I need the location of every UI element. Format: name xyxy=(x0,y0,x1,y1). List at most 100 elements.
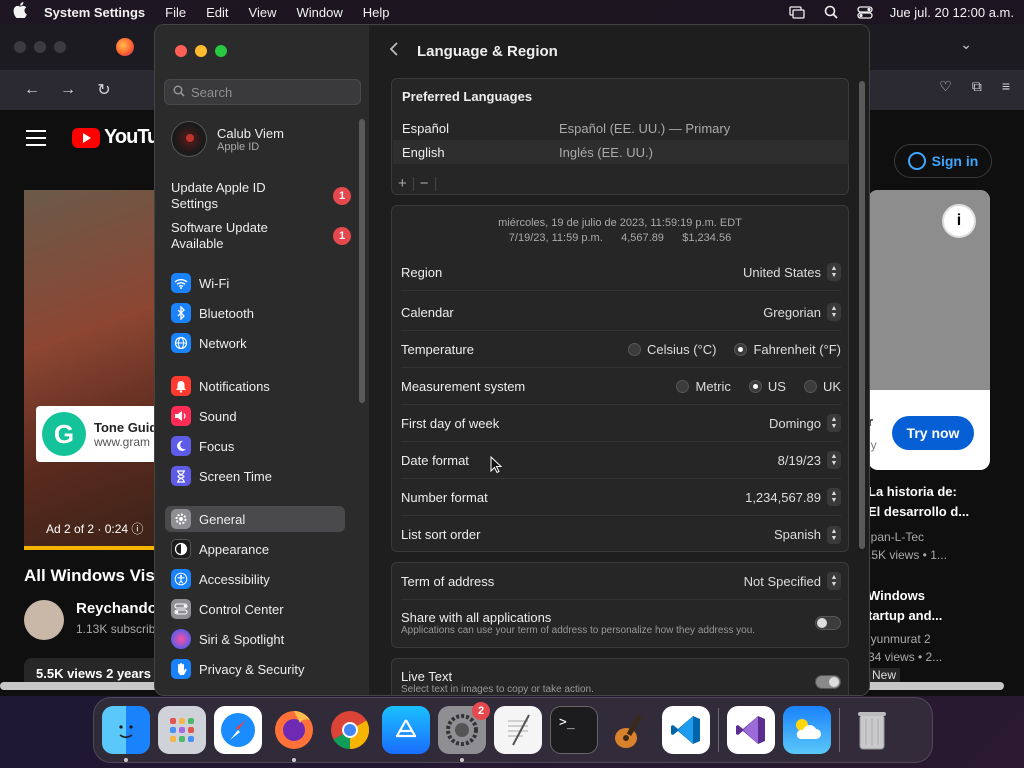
screen-mirroring-icon[interactable] xyxy=(788,5,806,19)
sidebar-item-general[interactable]: General xyxy=(165,506,345,532)
garageband-icon[interactable] xyxy=(606,706,654,754)
us-radio[interactable] xyxy=(748,379,762,393)
share-apps-toggle[interactable] xyxy=(815,616,841,630)
sidebar-item-wifi[interactable]: Wi-Fi xyxy=(165,270,345,296)
channel-name[interactable]: Reychando xyxy=(76,600,157,617)
system-settings-icon[interactable]: 2 xyxy=(438,702,490,762)
language-row-english[interactable]: English Inglés (EE. UU.) xyxy=(393,140,849,164)
safari-icon[interactable] xyxy=(214,706,262,754)
number-format-select[interactable]: 1,234,567.89 ▲ ▼ xyxy=(745,488,841,506)
launchpad-icon[interactable] xyxy=(158,706,206,754)
calendar-select[interactable]: Gregorian ▲ ▼ xyxy=(763,303,841,321)
content-scrollbar[interactable] xyxy=(859,81,865,549)
language-detail: Inglés (EE. UU.) xyxy=(559,144,653,160)
search-input[interactable] xyxy=(191,84,351,100)
control-center-icon[interactable] xyxy=(856,5,874,19)
spotlight-search-icon[interactable] xyxy=(822,5,840,19)
terminal-icon[interactable]: >_ xyxy=(550,706,598,754)
sidebar-item-network[interactable]: Network xyxy=(165,330,345,356)
close-button[interactable] xyxy=(175,45,187,57)
menu-window[interactable]: Window xyxy=(296,5,342,20)
sidebar-item-focus[interactable]: Focus xyxy=(165,433,345,459)
youtube-ad-card[interactable]: G Tone Guid www.gram xyxy=(36,406,166,462)
forward-arrow-icon[interactable]: → xyxy=(50,81,86,99)
sidebar-ad-card[interactable]: i r ly Try now xyxy=(868,190,990,470)
menu-app-name[interactable]: System Settings xyxy=(44,5,145,20)
sidebar-item-privacy-security[interactable]: Privacy & Security xyxy=(165,656,345,682)
app-store-icon[interactable] xyxy=(382,706,430,754)
metric-label[interactable]: Metric xyxy=(695,379,730,394)
side-video-title-1[interactable]: La historia de: El desarrollo d... xyxy=(868,482,998,522)
try-now-button[interactable]: Try now xyxy=(892,416,974,450)
language-row-spanish[interactable]: Español Español (EE. UU.) — Primary xyxy=(393,116,849,140)
youtube-sign-in-button[interactable]: Sign in xyxy=(894,144,992,178)
zoom-button[interactable] xyxy=(215,45,227,57)
firefox-tab-icon[interactable] xyxy=(116,38,134,56)
sidebar-item-appearance[interactable]: Appearance xyxy=(165,536,345,562)
textedit-icon[interactable] xyxy=(494,706,542,754)
language-name: English xyxy=(402,144,445,160)
dock-divider xyxy=(718,708,719,752)
first-day-select[interactable]: Domingo ▲ ▼ xyxy=(769,414,841,432)
remove-language-button[interactable]: − xyxy=(420,175,429,192)
info-icon[interactable]: i xyxy=(942,204,976,238)
chrome-icon[interactable] xyxy=(326,706,374,754)
sidebar-item-bluetooth[interactable]: Bluetooth xyxy=(165,300,345,326)
celsius-label[interactable]: Celsius (°C) xyxy=(647,342,716,357)
vscode-icon[interactable] xyxy=(662,706,710,754)
tab-list-chevron-icon[interactable]: ⌄ xyxy=(960,36,972,53)
visual-studio-icon[interactable] xyxy=(727,706,775,754)
fahrenheit-label[interactable]: Fahrenheit (°F) xyxy=(753,342,841,357)
update-apple-id-item[interactable]: Update Apple ID Settings 1 xyxy=(171,180,351,212)
sidebar-item-control-center[interactable]: Control Center xyxy=(165,596,345,622)
hamburger-menu-icon[interactable]: ≡ xyxy=(1002,78,1010,95)
minimize-button[interactable] xyxy=(195,45,207,57)
metric-radio[interactable] xyxy=(676,379,690,393)
apple-id-profile[interactable]: Calub Viem Apple ID xyxy=(171,121,284,157)
celsius-radio[interactable] xyxy=(627,342,641,356)
date-format-select[interactable]: 8/19/23 ▲ ▼ xyxy=(778,451,841,469)
uk-radio[interactable] xyxy=(803,379,817,393)
finder-icon[interactable] xyxy=(102,706,150,762)
sidebar-item-accessibility[interactable]: Accessibility xyxy=(165,566,345,592)
apple-menu-icon[interactable] xyxy=(10,2,30,22)
ad-title: Tone Guid xyxy=(94,419,158,435)
weather-icon[interactable] xyxy=(783,706,831,754)
trash-icon[interactable] xyxy=(848,706,896,754)
us-label[interactable]: US xyxy=(768,379,786,394)
firefox-icon[interactable] xyxy=(270,706,318,762)
sidebar-item-notifications[interactable]: Notifications xyxy=(165,373,345,399)
reload-icon[interactable]: ↻ xyxy=(86,80,122,100)
menu-help[interactable]: Help xyxy=(363,5,390,20)
menu-clock[interactable]: Jue jul. 20 12:00 a.m. xyxy=(890,5,1014,20)
uk-label[interactable]: UK xyxy=(823,379,841,394)
grammarly-logo-icon: G xyxy=(42,412,86,456)
browser-zoom-button[interactable] xyxy=(54,41,66,53)
fahrenheit-radio[interactable] xyxy=(734,342,748,356)
menu-file[interactable]: File xyxy=(165,5,186,20)
list-sort-select[interactable]: Spanish ▲ ▼ xyxy=(774,525,841,544)
sidebar-search[interactable] xyxy=(164,79,361,105)
channel-avatar[interactable] xyxy=(24,600,64,640)
term-of-address-select[interactable]: Not Specified ▲ ▼ xyxy=(744,572,841,590)
sidebar-scrollbar[interactable] xyxy=(359,119,365,403)
sidebar-item-screen-time[interactable]: Screen Time xyxy=(165,463,345,489)
browser-minimize-button[interactable] xyxy=(34,41,46,53)
youtube-video-player[interactable] xyxy=(24,190,156,550)
sidebar-item-siri-spotlight[interactable]: Siri & Spotlight xyxy=(165,626,345,652)
back-arrow-icon[interactable]: ← xyxy=(14,81,50,99)
region-select[interactable]: United States ▲ ▼ xyxy=(743,263,841,281)
browser-close-button[interactable] xyxy=(14,41,26,53)
menu-view[interactable]: View xyxy=(249,5,277,20)
back-chevron-icon[interactable] xyxy=(389,41,399,62)
menu-edit[interactable]: Edit xyxy=(206,5,228,20)
pocket-icon[interactable]: ♡ xyxy=(939,78,952,95)
software-update-item[interactable]: Software Update Available 1 xyxy=(171,220,351,252)
extensions-icon[interactable]: ⧉ xyxy=(972,78,982,95)
sidebar-item-label: Siri & Spotlight xyxy=(199,631,285,647)
youtube-menu-icon[interactable] xyxy=(26,130,46,151)
sidebar-item-sound[interactable]: Sound xyxy=(165,403,345,429)
side-video-title-2[interactable]: Windows tartup and... xyxy=(868,586,998,626)
live-text-toggle[interactable] xyxy=(815,675,841,689)
add-language-button[interactable]: + xyxy=(398,175,407,192)
